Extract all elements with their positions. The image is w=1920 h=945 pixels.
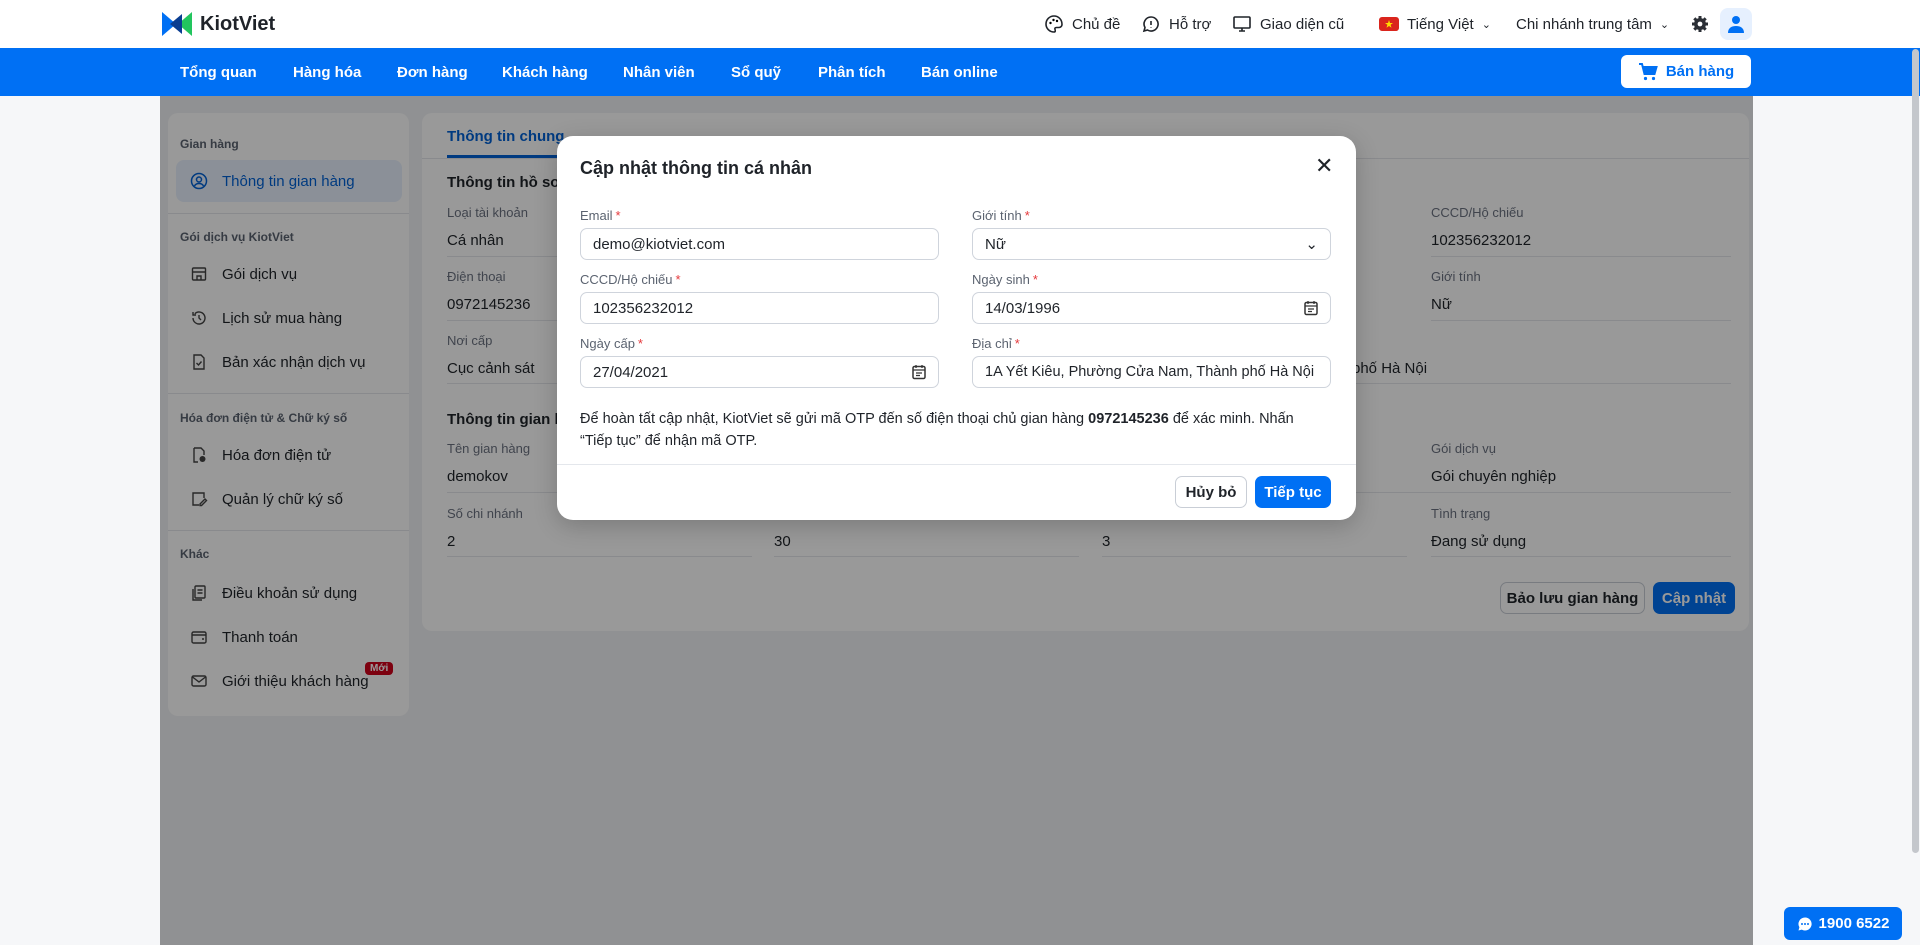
email-label: Email * bbox=[580, 208, 621, 223]
chat-bubble-icon bbox=[1798, 916, 1812, 930]
owner-phone: 0972145236 bbox=[1088, 411, 1169, 427]
vietnam-flag-icon bbox=[1379, 17, 1399, 31]
cancel-button[interactable]: Hủy bỏ bbox=[1175, 476, 1247, 508]
nav-analytics[interactable]: Phân tích bbox=[818, 48, 886, 96]
brand-name: KiotViet bbox=[200, 12, 276, 35]
monitor-icon bbox=[1233, 16, 1251, 32]
nav-customers[interactable]: Khách hàng bbox=[502, 48, 588, 96]
nav-cashbook[interactable]: Sổ quỹ bbox=[731, 48, 781, 96]
otp-note: Để hoàn tất cập nhật, KiotViet sẽ gửi mã… bbox=[580, 411, 1294, 449]
dob-field[interactable]: 14/03/1996 bbox=[972, 292, 1331, 324]
chat-support-icon bbox=[1142, 16, 1159, 33]
address-label: Địa chỉ * bbox=[972, 336, 1020, 351]
branch-label: Chi nhánh trung tâm bbox=[1516, 15, 1652, 33]
user-icon bbox=[1728, 16, 1744, 33]
hotline-button[interactable]: 1900 6522 bbox=[1784, 907, 1902, 940]
old-ui-button[interactable]: Giao diện cũ bbox=[1232, 0, 1344, 48]
email-field[interactable]: demo@kiotviet.com bbox=[580, 228, 939, 260]
language-label: Tiếng Việt bbox=[1407, 15, 1474, 33]
theme-label: Chủ đề bbox=[1072, 15, 1121, 33]
id-label: CCCD/Hộ chiếu * bbox=[580, 272, 681, 287]
modal-footer-divider bbox=[557, 464, 1356, 465]
theme-button[interactable]: Chủ đề bbox=[1044, 0, 1120, 48]
gender-label: Giới tính * bbox=[972, 208, 1030, 223]
hotline-number: 1900 6522 bbox=[1818, 915, 1890, 932]
page-scrollbar[interactable] bbox=[1912, 49, 1919, 853]
address-field[interactable]: 1A Yết Kiêu, Phường Cửa Nam, Thành phố H… bbox=[972, 356, 1331, 388]
gender-select[interactable]: Nữ ⌄ bbox=[972, 228, 1331, 260]
calendar-icon[interactable] bbox=[912, 364, 926, 380]
dob-label: Ngày sinh * bbox=[972, 272, 1038, 287]
logo[interactable]: KiotViet bbox=[160, 8, 275, 40]
branch-select[interactable]: Chi nhánh trung tâm ⌄ bbox=[1516, 0, 1669, 48]
nav-products[interactable]: Hàng hóa bbox=[293, 48, 361, 96]
modal-title: Cập nhật thông tin cá nhân bbox=[580, 158, 812, 178]
chevron-down-icon: ⌄ bbox=[1305, 236, 1318, 253]
sell-button[interactable]: Bán hàng bbox=[1621, 55, 1751, 88]
calendar-icon[interactable] bbox=[1304, 300, 1318, 316]
nav-overview[interactable]: Tổng quan bbox=[180, 48, 257, 96]
user-avatar-button[interactable] bbox=[1720, 8, 1752, 40]
issue-date-label: Ngày cấp * bbox=[580, 336, 643, 351]
sell-label: Bán hàng bbox=[1665, 63, 1735, 80]
id-field[interactable]: 102356232012 bbox=[580, 292, 939, 324]
kiotviet-logo-icon bbox=[160, 8, 194, 40]
palette-icon bbox=[1045, 15, 1063, 33]
chevron-down-icon: ⌄ bbox=[1659, 18, 1670, 31]
old-ui-label: Giao diện cũ bbox=[1260, 15, 1345, 33]
nav-online-sales[interactable]: Bán online bbox=[921, 48, 998, 96]
gear-icon bbox=[1692, 16, 1708, 32]
language-select[interactable]: Tiếng Việt ⌄ bbox=[1379, 0, 1491, 48]
support-button[interactable]: Hỗ trợ bbox=[1141, 0, 1211, 48]
support-label: Hỗ trợ bbox=[1169, 15, 1212, 33]
nav-staff[interactable]: Nhân viên bbox=[623, 48, 695, 96]
chevron-down-icon: ⌄ bbox=[1481, 18, 1491, 31]
update-personal-info-modal: Cập nhật thông tin cá nhân ✕ Email * demo… bbox=[557, 136, 1356, 520]
close-icon[interactable]: ✕ bbox=[1315, 154, 1333, 178]
settings-button[interactable] bbox=[1690, 0, 1710, 48]
nav-orders[interactable]: Đơn hàng bbox=[397, 48, 468, 96]
cart-icon bbox=[1638, 62, 1658, 80]
issue-date-field[interactable]: 27/04/2021 bbox=[580, 356, 939, 388]
continue-button[interactable]: Tiếp tục bbox=[1255, 476, 1331, 508]
